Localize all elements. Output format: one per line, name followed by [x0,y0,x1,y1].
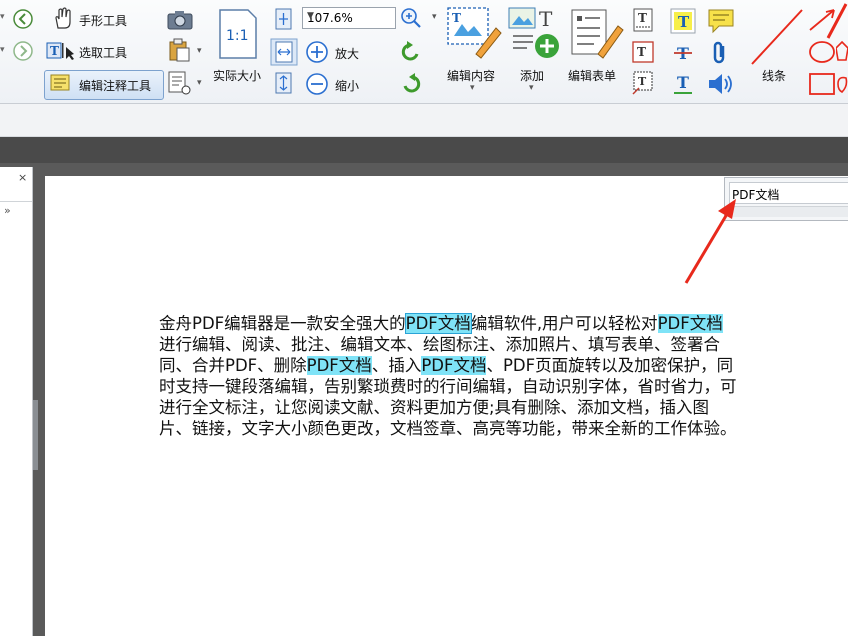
back-icon[interactable] [12,8,34,34]
edit-form-icon[interactable] [570,8,624,64]
back-dropdown-icon[interactable]: ▾ [0,12,5,22]
highlight-pdf-doc[interactable]: PDF文档 [421,356,487,375]
chevron-down-icon[interactable]: ▼ [307,11,393,21]
svg-text:T: T [638,11,647,25]
zoom-out-icon[interactable] [305,72,329,100]
svg-text:T: T [677,73,689,92]
forward-dropdown-icon[interactable]: ▾ [0,45,5,55]
navigation-panel [0,167,33,636]
zoom-level-select[interactable]: 107.6% ▼ [302,7,396,29]
rotate-right-icon[interactable] [399,72,423,98]
zoom-dropdown-icon[interactable]: ▾ [432,12,437,22]
edit-content-icon[interactable]: T [446,6,502,64]
textbox-icon[interactable]: T [631,40,655,68]
document-body-text[interactable]: 金舟PDF编辑器是一款安全强大的PDF文档编辑软件,用户可以轻松对PDF文档 进… [159,313,848,439]
highlight-pdf-doc[interactable]: PDF文档 [306,356,372,375]
actual-size-icon-text: 1:1 [226,28,249,44]
highlight-pdf-doc[interactable]: PDF文档 [404,313,472,334]
sticky-note-icon[interactable] [707,8,735,38]
edit-annotation-tool-label: 编辑注释工具 [79,79,152,93]
clipboard-icon[interactable] [168,38,192,66]
highlight-text-icon[interactable]: T [670,8,696,38]
polygon-shape-icon[interactable] [835,40,848,68]
attachment-icon[interactable] [711,40,731,70]
text-line-5: 进行全文标注，让您阅读文献、资料更加方便;具有删除、添加文档，插入图 [159,398,710,417]
svg-text:T: T [452,11,461,25]
document-edit-dropdown-icon[interactable]: ▾ [197,78,202,88]
sound-icon[interactable] [707,72,735,100]
svg-text:T: T [50,44,59,58]
add-dropdown-icon[interactable]: ▾ [529,83,534,93]
typewriter-icon[interactable]: T [631,8,655,38]
document-edit-icon[interactable] [167,70,193,100]
highlight-pdf-doc[interactable]: PDF文档 [657,314,723,333]
fit-visible-icon[interactable] [274,72,294,98]
actual-size-label[interactable]: 实际大小 [213,67,261,84]
close-icon[interactable]: × [18,171,27,184]
select-tool-label[interactable]: 选取工具 [79,44,127,61]
fit-width-icon[interactable] [270,38,298,70]
edit-content-label[interactable]: 编辑内容 [447,67,495,84]
red-arrow-annotation-top [826,3,848,39]
callout-icon[interactable]: T [631,70,655,100]
add-icon[interactable]: T [507,6,563,64]
red-arrow-annotation [684,199,736,284]
lines-label[interactable]: 线条 [762,67,786,84]
rotate-left-icon[interactable] [399,40,423,66]
text-line-6: 片、链接，文字大小颜色更改，文档签章、高亮等功能，带来全新的工作体验。 [159,419,737,438]
text-line-2: 进行编辑、阅读、批注、编辑文本、绘图标注、添加照片、填写表单、签署合 [159,335,720,354]
actual-size-icon[interactable]: 1:1 [218,8,258,64]
cloud-shape-icon[interactable] [836,72,848,100]
zoom-out-label[interactable]: 缩小 [335,77,359,94]
svg-text:T: T [638,75,647,88]
svg-text:T: T [539,7,553,31]
rectangle-shape-icon[interactable] [808,72,836,100]
circle-shape-icon[interactable] [808,40,836,68]
edit-content-dropdown-icon[interactable]: ▾ [470,83,475,93]
tab-strip [0,137,848,163]
text-line-1: 金舟PDF编辑器是一款安全强大的PDF文档编辑软件,用户可以轻松对PDF文档 [159,313,723,334]
panel-splitter-handle[interactable] [33,400,38,470]
secondary-toolbar [0,104,848,137]
hand-tool-label[interactable]: 手形工具 [79,12,127,29]
underline-icon[interactable]: T [672,72,694,100]
pencil-line-icon[interactable] [748,6,806,72]
strikethrough-icon[interactable]: T [672,42,694,68]
select-text-icon[interactable]: T [46,41,76,65]
main-toolbar: ▾ ▾ 手形工具 T 选取工具 编辑注释工具 ▾ ▾ 1:1 实际大小 107. [0,0,848,104]
svg-text:T: T [637,45,646,59]
add-label[interactable]: 添加 [520,67,544,84]
double-chevron-down-icon[interactable]: » [4,204,11,217]
zoom-magnifier-icon[interactable] [400,7,422,33]
svg-text:T: T [678,13,690,31]
text-line-4: 时支持一键段落编辑，告别繁琐费时的行间编辑，自动识别字体，省时省力，可 [159,377,737,396]
annotation-note-icon [50,74,72,98]
edit-form-label[interactable]: 编辑表单 [568,67,616,84]
forward-icon[interactable] [12,40,34,66]
zoom-in-label[interactable]: 放大 [335,45,359,62]
fit-page-icon[interactable] [274,8,294,34]
camera-icon[interactable] [167,10,193,34]
hand-icon[interactable] [52,6,74,34]
zoom-in-icon[interactable] [305,40,329,68]
text-line-3: 同、合并PDF、删除PDF文档、插入PDF文档、PDF页面旋转以及加密保护，同 [159,356,734,375]
clipboard-dropdown-icon[interactable]: ▾ [197,46,202,56]
